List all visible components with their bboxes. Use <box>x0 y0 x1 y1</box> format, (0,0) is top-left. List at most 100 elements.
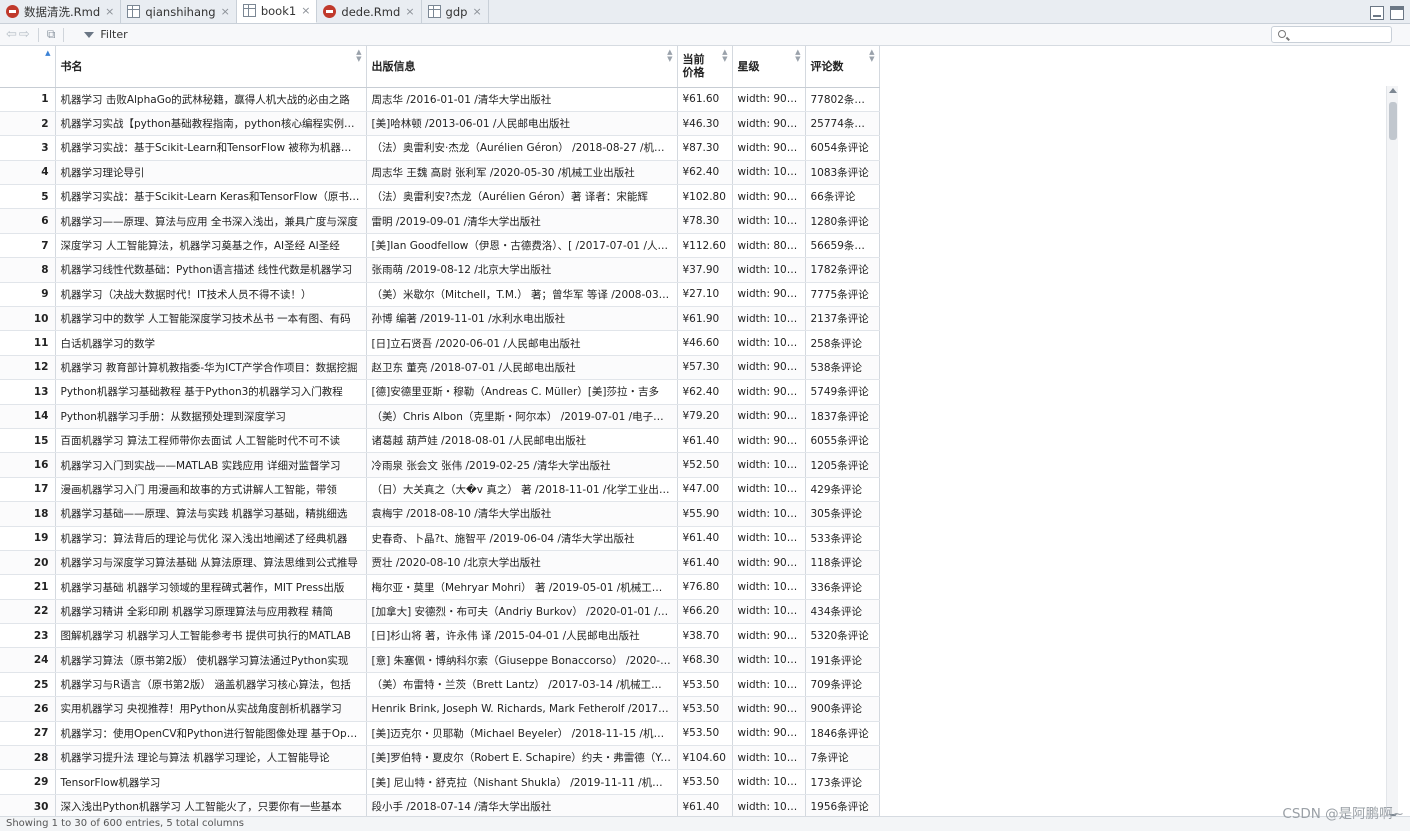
sort-icon: ▲ ▼ <box>356 48 362 63</box>
table-row[interactable]: 15 百面机器学习 算法工程师带你去面试 人工智能时代不可不读 诸葛越 葫芦娃 /2… <box>0 428 880 454</box>
table-row[interactable]: 9 机器学习（决战大数据时代！IT技术人员不得不读！） （美）米歇尔（Mitchel… <box>0 282 880 308</box>
cell-publisher: （美）米歇尔（Mitchell，T.M.） 著；曾华军 等译 /2008-03-… <box>366 282 678 308</box>
table-row[interactable]: 24 机器学习算法（原书第2版） 使机器学习算法通过Python实现 [意] 朱塞佩… <box>0 647 880 673</box>
column-header-rating[interactable]: 星级 ▲ ▼ <box>732 46 806 88</box>
cell-comments: 77802条评论 <box>805 87 880 112</box>
cell-price: ¥47.00 <box>677 477 733 503</box>
close-icon[interactable]: × <box>472 5 481 18</box>
table-row[interactable]: 3 机器学习实战：基于Scikit-Learn和TensorFlow 被称为机器学… <box>0 135 880 161</box>
cell-price: ¥62.40 <box>677 379 733 405</box>
cell-price: ¥53.50 <box>677 672 733 698</box>
show-in-window-icon[interactable]: ⧉ <box>47 27 56 42</box>
cell-title: Python机器学习手册：从数据预处理到深度学习 <box>55 404 367 429</box>
table-row[interactable]: 22 机器学习精讲 全彩印刷 机器学习原理算法与应用教程 精简 [加拿大] 安德烈・… <box>0 599 880 625</box>
table-row[interactable]: 7 深度学习 人工智能算法，机器学习奠基之作，AI圣经 AI圣经 [美]Ian Go… <box>0 233 880 259</box>
table-row[interactable]: 27 机器学习：使用OpenCV和Python进行智能图像处理 基于OpenCV[… <box>0 721 880 747</box>
tab-item[interactable]: dede.Rmd × <box>317 0 422 23</box>
table-row[interactable]: 25 机器学习与R语言（原书第2版） 涵盖机器学习核心算法，包括 （美）布雷特・兰茨… <box>0 672 880 698</box>
search-input[interactable] <box>1290 28 1388 41</box>
row-number: 7 <box>0 233 56 259</box>
cell-rating: width: 100%; <box>732 160 806 186</box>
table-row[interactable]: 28 机器学习提升法 理论与算法 机器学习理论，人工智能导论 [美]罗伯特・夏皮尔（… <box>0 745 880 771</box>
cell-title: Python机器学习基础教程 基于Python3的机器学习入门教程 <box>55 379 367 405</box>
table-row[interactable]: 1 机器学习 击败AlphaGo的武林秘籍，赢得人机大战的必由之路 周志华 /201… <box>0 87 880 112</box>
table-row[interactable]: 8 机器学习线性代数基础：Python语言描述 线性代数是机器学习 张雨萌 /201… <box>0 257 880 283</box>
table-row[interactable]: 16 机器学习入门到实战——MATLAB 实践应用 详细对监督学习 冷雨泉 张会文 … <box>0 452 880 478</box>
cell-title: 机器学习理论导引 <box>55 160 367 186</box>
tab-item[interactable]: 数据清洗.Rmd × <box>0 0 122 23</box>
data-grid-container: ▲ 书名 ▲ ▼ 出版信息 ▲ ▼ 当前价格 ▲ ▼ 星级 ▲ ▼ 评论数 ▲ ▼ 1 机器学习 击败… <box>0 46 1386 816</box>
row-number: 27 <box>0 721 56 747</box>
cell-price: ¥53.50 <box>677 769 733 795</box>
table-row[interactable]: 20 机器学习与深度学习算法基础 从算法原理、算法思维到公式推导 贾壮 /2020-… <box>0 550 880 576</box>
table-row[interactable]: 11 白话机器学习的数学 [日]立石贤吾 /2020-06-01 /人民邮电出版社 ¥… <box>0 330 880 356</box>
cell-rating: width: 90%; <box>732 282 806 308</box>
cell-comments: 7条评论 <box>805 745 880 771</box>
cell-comments: 66条评论 <box>805 184 880 210</box>
cell-publisher: [意] 朱塞佩・博纳科尔索（Giuseppe Bonaccorso） /2020… <box>366 647 678 673</box>
filter-button[interactable]: Filter <box>84 28 128 41</box>
cell-rating: width: 90%; <box>732 355 806 381</box>
cell-title: 百面机器学习 算法工程师带你去面试 人工智能时代不可不读 <box>55 428 367 454</box>
close-icon[interactable]: × <box>405 5 414 18</box>
table-row[interactable]: 2 机器学习实战【python基础教程指南，python核心编程实例指导】 [美]哈… <box>0 111 880 137</box>
cell-comments: 336条评论 <box>805 574 880 600</box>
search-box[interactable] <box>1271 26 1392 43</box>
row-number: 3 <box>0 135 56 161</box>
row-number: 1 <box>0 87 56 112</box>
cell-comments: 1782条评论 <box>805 257 880 283</box>
scroll-thumb[interactable] <box>1389 102 1397 140</box>
table-row[interactable]: 18 机器学习基础——原理、算法与实践 机器学习基础，精挑细选 袁梅宇 /2018-… <box>0 501 880 527</box>
column-header-title[interactable]: 书名 ▲ ▼ <box>55 46 367 88</box>
table-row[interactable]: 12 机器学习 教育部计算机教指委-华为ICT产学合作项目：数据挖掘 赵卫东 董亮 … <box>0 355 880 381</box>
minimize-icon[interactable] <box>1370 6 1384 20</box>
cell-rating: width: 100%; <box>732 330 806 356</box>
table-row[interactable]: 13 Python机器学习基础教程 基于Python3的机器学习入门教程 [德]安德… <box>0 379 880 405</box>
search-icon <box>1278 30 1286 38</box>
table-row[interactable]: 17 漫画机器学习入门 用漫画和故事的方式讲解人工智能，带领 （日）大关真之（大�v… <box>0 477 880 503</box>
column-header-comments[interactable]: 评论数 ▲ ▼ <box>805 46 880 88</box>
tab-item[interactable]: book1 × <box>236 0 318 23</box>
table-row[interactable]: 6 机器学习——原理、算法与应用 全书深入浅出，兼具广度与深度 雷明 /2019-0… <box>0 208 880 234</box>
cell-publisher: 周志华 王魏 高尉 张利军 /2020-05-30 /机械工业出版社 <box>366 160 678 186</box>
scroll-up-icon[interactable] <box>1389 88 1397 93</box>
cell-comments: 173条评论 <box>805 769 880 795</box>
column-header-publisher[interactable]: 出版信息 ▲ ▼ <box>366 46 678 88</box>
back-arrow-icon[interactable]: ⇦ <box>6 27 17 42</box>
column-header-price[interactable]: 当前价格 ▲ ▼ <box>677 46 733 88</box>
table-row[interactable]: 23 图解机器学习 机器学习人工智能参考书 提供可执行的MATLAB [日]杉山将 … <box>0 623 880 649</box>
table-row[interactable]: 26 实用机器学习 央视推荐！用Python从实战角度剖析机器学习 Henrik B… <box>0 696 880 722</box>
row-number: 12 <box>0 355 56 381</box>
row-number: 18 <box>0 501 56 527</box>
row-number: 16 <box>0 452 56 478</box>
table-row[interactable]: 21 机器学习基础 机器学习领域的里程碑式著作，MIT Press出版 梅尔亚・莫里… <box>0 574 880 600</box>
sort-icon: ▲ ▼ <box>667 48 673 63</box>
tab-item[interactable]: gdp × <box>421 0 489 23</box>
row-number: 13 <box>0 379 56 405</box>
editor-tab-bar: 数据清洗.Rmd × qianshihang × book1 × dede.Rmd × gdp × <box>0 0 1410 24</box>
table-row[interactable]: 5 机器学习实战：基于Scikit-Learn Keras和TensorFlow（… <box>0 184 880 210</box>
cell-publisher: 周志华 /2016-01-01 /清华大学出版社 <box>366 87 678 112</box>
close-icon[interactable]: × <box>221 5 230 18</box>
maximize-icon[interactable] <box>1390 6 1404 20</box>
cell-comments: 56659条评论 <box>805 233 880 259</box>
tab-item[interactable]: qianshihang × <box>121 0 237 23</box>
table-row[interactable]: 4 机器学习理论导引 周志华 王魏 高尉 张利军 /2020-05-30 /机械工业… <box>0 160 880 186</box>
cell-title: 机器学习 击败AlphaGo的武林秘籍，赢得人机大战的必由之路 <box>55 87 367 112</box>
table-row[interactable]: 10 机器学习中的数学 人工智能深度学习技术丛书 一本有图、有码 孙博 编著 /20… <box>0 306 880 332</box>
row-number-header[interactable]: ▲ <box>0 46 56 88</box>
vertical-scrollbar[interactable] <box>1386 86 1398 821</box>
tab-label: 数据清洗.Rmd <box>24 4 101 19</box>
close-icon[interactable]: × <box>301 4 310 17</box>
forward-arrow-icon[interactable]: ⇨ <box>19 27 30 42</box>
cell-publisher: 冷雨泉 张会文 张伟 /2019-02-25 /清华大学出版社 <box>366 452 678 478</box>
table-row[interactable]: 14 Python机器学习手册：从数据预处理到深度学习 （美）Chris Albon… <box>0 404 880 429</box>
close-icon[interactable]: × <box>105 5 114 18</box>
cell-publisher: [美]Ian Goodfellow（伊恩・古德费洛）、[ /2017-07-01… <box>366 233 678 259</box>
row-number: 17 <box>0 477 56 503</box>
data-viewer-toolbar: ⇦ ⇨ ⧉ Filter <box>0 24 1410 46</box>
table-row[interactable]: 29 TensorFlow机器学习 [美] 尼山特・舒克拉（Nishant Shuk… <box>0 769 880 795</box>
table-row[interactable]: 30 深入浅出Python机器学习 人工智能火了，只要你有一些基本 段小手 /201… <box>0 794 880 816</box>
table-row[interactable]: 19 机器学习：算法背后的理论与优化 深入浅出地阐述了经典机器 史春奇、卜晶?t、施… <box>0 526 880 551</box>
cell-title: 机器学习实战：基于Scikit-Learn Keras和TensorFlow（原… <box>55 184 367 210</box>
